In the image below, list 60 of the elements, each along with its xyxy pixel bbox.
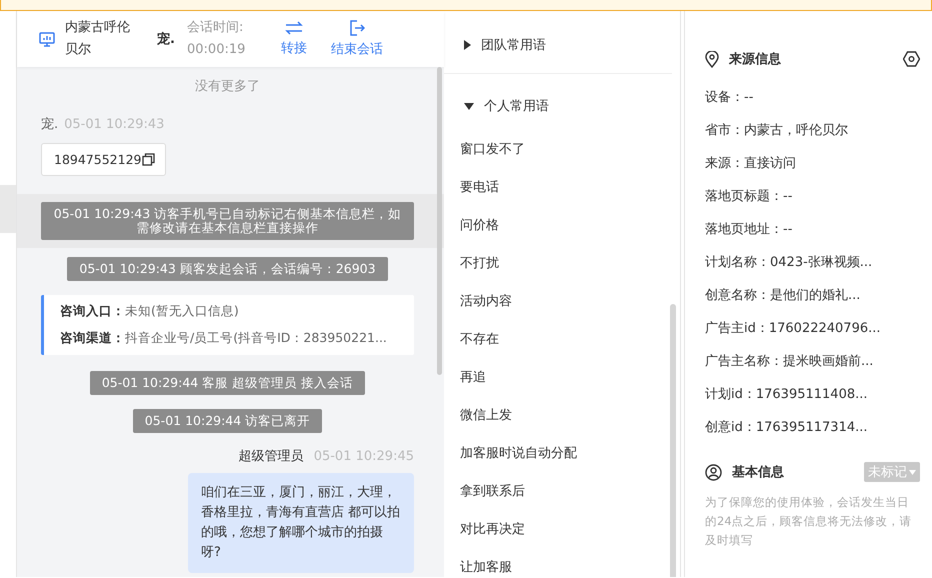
section-title: 基本信息	[732, 464, 785, 481]
source-field: 计划名称：0423-张琳视频...	[705, 245, 920, 278]
caret-down-icon	[464, 102, 474, 110]
phrase-item[interactable]: 窗口发不了	[460, 130, 672, 168]
visitor-name: 宠.	[157, 30, 176, 48]
phrase-item[interactable]: 让加客服	[460, 548, 672, 577]
entry-label: 咨询入口：	[60, 303, 125, 318]
system-message: 05-01 10:29:44 访客已离开	[132, 409, 322, 433]
source-field: 广告主id：176022240796...	[705, 311, 920, 344]
location-pin-icon	[705, 50, 719, 68]
phrase-item[interactable]: 再追	[460, 358, 672, 396]
caret-down-icon	[909, 470, 916, 474]
phrase-group-toggle[interactable]: 团队常用语	[460, 23, 546, 67]
source-field: 来源：直接访问	[705, 146, 920, 179]
phrase-item[interactable]: 活动内容	[460, 282, 672, 320]
exit-icon	[349, 20, 365, 36]
transfer-arrows-icon	[285, 21, 303, 35]
system-message: 05-01 10:29:43 顾客发起会话，会话编号：26903	[67, 257, 388, 281]
phone-message: 18947552129	[41, 143, 166, 176]
entry-label: 咨询渠道：	[60, 330, 125, 345]
source-field: 创意名称：是他们的婚礼...	[705, 278, 920, 311]
message-time: 05-01 10:29:43	[64, 117, 164, 132]
end-button[interactable]: 结束会话	[331, 20, 383, 58]
scrollbar[interactable]	[437, 67, 442, 375]
user-circle-icon	[705, 464, 722, 480]
source-field: 创意id：176395117314...	[705, 410, 920, 443]
phrase-group-toggle[interactable]: 个人常用语	[460, 84, 549, 128]
settings-icon[interactable]	[903, 51, 920, 67]
phrase-item[interactable]: 不打扰	[460, 244, 672, 282]
agent-name: 超级管理员	[238, 448, 304, 465]
copy-icon[interactable]	[142, 153, 156, 166]
section-title: 来源信息	[729, 51, 782, 68]
transfer-button[interactable]: 转接	[281, 21, 307, 57]
entry-value: 未知(暂无入口信息)	[125, 303, 239, 318]
phrase-item[interactable]: 要电话	[460, 168, 672, 206]
session-time: 会话时间: 00:00:19	[187, 19, 246, 59]
visitor-name: 宠.	[41, 116, 58, 133]
system-message: 05-01 10:29:43 访客手机号已自动标记右侧基本信息栏，如需修改请在基本信息栏直接操作	[41, 202, 414, 240]
no-more-notice: 没有更多了	[195, 78, 260, 95]
phrase-item[interactable]: 问价格	[460, 206, 672, 244]
info-note: 为了保障您的使用体验，会话发生当日的24点之后，顾客信息将无法修改，请及时填写	[705, 494, 913, 549]
source-field: 设备：--	[705, 80, 920, 113]
monitor-icon	[39, 32, 55, 46]
source-field: 计划id：176395111408...	[705, 377, 920, 410]
phrase-item[interactable]: 拿到联系后	[460, 472, 672, 510]
scrollbar[interactable]	[670, 304, 676, 577]
chat-bubble: 咱们在三亚，厦门，丽江，大理，香格里拉，青海有直营店 都可以拍的哦，您想了解哪个城市的拍摄呀?	[188, 473, 414, 573]
system-message: 05-01 10:29:44 客服 超级管理员 接入会话	[90, 371, 366, 395]
source-field: 广告主名称：提米映画婚前...	[705, 344, 920, 377]
visitor-location: 内蒙古呼伦贝尔	[65, 19, 131, 59]
caret-right-icon	[464, 40, 471, 50]
source-field: 落地页标题：--	[705, 179, 920, 212]
phrase-item[interactable]: 对比再决定	[460, 510, 672, 548]
phrase-item[interactable]: 不存在	[460, 320, 672, 358]
entry-value: 抖音企业号/员工号(抖音号ID：283950221...	[125, 330, 387, 345]
phrase-item[interactable]: 微信上发	[460, 396, 672, 434]
message-time: 05-01 10:29:45	[314, 449, 414, 464]
phrase-item[interactable]: 加客服时说自动分配	[460, 434, 672, 472]
source-field: 省市：内蒙古，呼伦贝尔	[705, 113, 920, 146]
source-field: 落地页地址：--	[705, 212, 920, 245]
